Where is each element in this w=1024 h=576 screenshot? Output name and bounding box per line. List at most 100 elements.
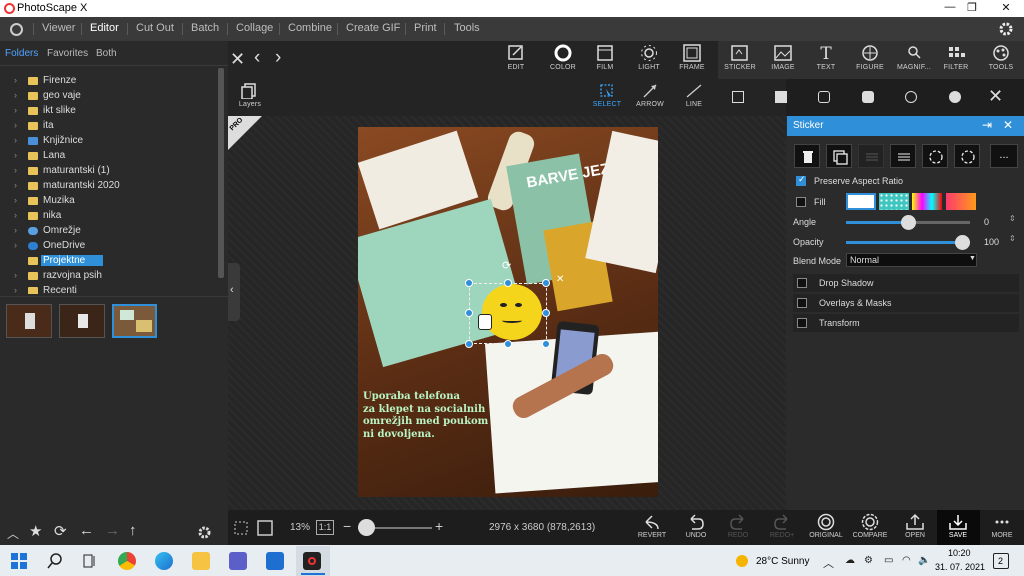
browser-settings-icon[interactable] [197,525,212,540]
menu-print[interactable]: Print [414,22,437,34]
resize-handle[interactable] [504,279,512,287]
folder-item[interactable]: › maturantski 2020 [0,179,220,194]
filter-tab[interactable]: FILTER [941,44,971,71]
rectangle-filled-icon[interactable] [775,91,787,103]
folder-item[interactable]: › razvojna psih [0,269,220,284]
resize-handle[interactable] [465,279,473,287]
tab-both[interactable]: Both [96,48,117,59]
star-icon[interactable]: ★ [29,522,42,540]
photos-taskbar-icon[interactable] [266,552,284,570]
prev-image-icon[interactable]: ‹ [254,47,260,69]
menu-cut-out[interactable]: Cut Out [136,22,174,34]
collapse-up-icon[interactable]: ︿ [7,525,19,542]
align-button[interactable] [858,144,884,168]
drop-shadow-section[interactable]: Drop Shadow [793,274,1019,292]
up-arrow-icon[interactable]: ↑ [129,522,137,539]
resize-handle[interactable] [504,340,512,348]
menu-create-gif[interactable]: Create GIF [346,22,400,34]
folder-item[interactable]: › Knjižnice [0,134,220,149]
sticker-tab[interactable]: STICKER [723,44,757,71]
folder-item[interactable]: › Recenti [0,284,220,294]
windows-start-icon[interactable] [11,553,27,569]
actual-size-button[interactable]: 1:1 [316,520,334,535]
close-shapes-icon[interactable]: ✕ [988,86,1003,107]
pin-icon[interactable]: ⇥ [982,118,992,132]
revert-button[interactable]: REVERT [636,513,668,539]
text-tab[interactable]: T TEXT [813,44,839,71]
duplicate-button[interactable] [826,144,852,168]
figure-tab[interactable]: FIGURE [855,44,885,71]
folder-item[interactable]: › ikt slike [0,104,220,119]
clock-time[interactable]: 10:20 [948,548,971,558]
resize-handle[interactable] [542,279,550,287]
menu-viewer[interactable]: Viewer [42,22,75,34]
light-tab[interactable]: LIGHT [636,44,662,71]
close-panel-icon[interactable]: ✕ [1003,118,1013,132]
angle-slider-track[interactable] [846,215,970,230]
menu-combine[interactable]: Combine [288,22,332,34]
save-button[interactable]: SAVE [942,513,974,539]
minimize-button[interactable]: — [942,1,958,15]
rectangle-outline-icon[interactable] [732,91,744,103]
back-arrow-icon[interactable]: ← [79,522,94,539]
arrow-tool[interactable]: ARROW [635,83,665,108]
fill-checkbox[interactable] [796,197,806,207]
tools-tab[interactable]: TOOLS [986,44,1016,71]
folder-item-selected[interactable]: Projektne [0,254,220,269]
rounded-rect-outline-icon[interactable] [818,91,830,103]
fill-white-swatch[interactable] [846,193,876,210]
transform-section[interactable]: Transform [793,314,1019,332]
redo-plus-button[interactable]: REDO+ [766,513,798,539]
notifications-icon[interactable]: 2 [993,553,1009,569]
onedrive-tray-icon[interactable]: ☁ [845,555,855,566]
circle-filled-icon[interactable] [949,91,961,103]
menu-tools[interactable]: Tools [454,22,480,34]
file-explorer-taskbar-icon[interactable] [192,552,210,570]
delete-sticker-icon[interactable]: ✕ [556,274,564,285]
tab-folders[interactable]: Folders [5,48,38,59]
image-tab[interactable]: IMAGE [768,44,798,71]
folder-item[interactable]: › Firenze [0,74,220,89]
rotate-handle-icon[interactable]: ⟳ [502,259,511,272]
volume-icon[interactable]: 🔈 [918,555,930,566]
next-image-icon[interactable]: › [275,47,281,69]
film-tab[interactable]: FILM [592,44,618,71]
home-icon[interactable] [9,22,24,37]
settings-gear-icon[interactable] [998,21,1014,37]
original-button[interactable]: ORIGINAL [807,513,845,539]
rotate-right-button[interactable] [954,144,980,168]
grid-icon[interactable] [232,519,250,537]
layers-button[interactable]: Layers [237,83,263,108]
thumbnail-selected[interactable] [112,304,157,338]
opacity-slider-track[interactable] [846,235,970,250]
emoji-sticker[interactable] [478,284,542,340]
tray-chevron-icon[interactable]: ︿ [823,555,834,571]
photoscape-taskbar-icon[interactable] [303,552,321,570]
line-tool[interactable]: LINE [679,83,709,108]
collapse-panel-button[interactable]: ‹ [228,263,240,321]
zoom-in-icon[interactable]: + [435,518,443,534]
zoom-slider-knob[interactable] [358,519,375,536]
folder-item[interactable]: › Muzika [0,194,220,209]
thumbnail[interactable] [6,304,52,338]
more-options-button[interactable]: ... [990,144,1018,168]
rotate-left-button[interactable] [922,144,948,168]
color-tab[interactable]: COLOR [548,44,578,71]
tray-app-icon[interactable]: ⚙ [864,555,873,566]
zoom-out-icon[interactable]: − [343,518,351,534]
resize-handle[interactable] [542,340,550,348]
fit-icon[interactable] [256,519,274,537]
angle-slider-knob[interactable] [900,215,916,230]
teams-taskbar-icon[interactable] [229,552,247,570]
resize-handle[interactable] [465,340,473,348]
resize-handle[interactable] [465,309,473,317]
compare-button[interactable]: COMPARE [851,513,889,539]
frame-tab[interactable]: FRAME [679,44,705,71]
fill-pattern-swatch[interactable] [879,193,909,210]
weather-text[interactable]: 28°C Sunny [756,556,809,567]
folder-item[interactable]: › ita [0,119,220,134]
fill-rainbow-swatch[interactable] [912,193,942,210]
menu-editor[interactable]: Editor [90,22,119,34]
delete-button[interactable] [794,144,820,168]
chrome-taskbar-icon[interactable] [118,552,136,570]
